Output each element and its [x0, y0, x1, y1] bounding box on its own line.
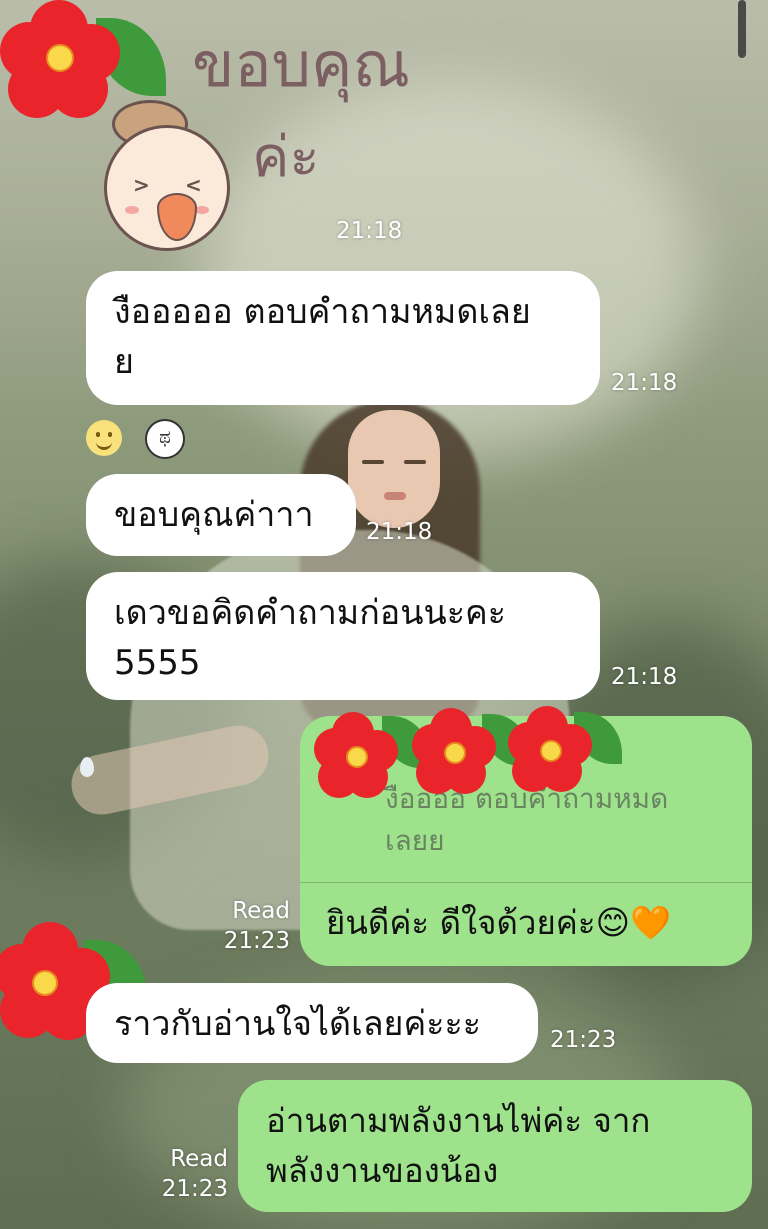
sticker-text: ค่ะ [252, 125, 320, 190]
read-status: Read [170, 1146, 228, 1172]
background-figure-eye [404, 460, 426, 464]
sticker-eye: < [185, 173, 202, 197]
flower-decoration-icon [312, 706, 632, 806]
message-text: ขอบคุณค่าาา [114, 495, 314, 535]
message-text: ยินดีค่ะ ดีใจด้วยค่ะ😊🧡 [326, 903, 672, 942]
flower-center [346, 746, 368, 768]
message-text: ราวกับอ่านใจได้เลยค่ะะะ [114, 1004, 481, 1044]
sticker-cheek [125, 206, 139, 214]
quoted-text-line: เลยย [385, 824, 445, 857]
message-time: 21:18 [366, 519, 433, 545]
incoming-message-bubble[interactable]: เดวขอคิดคำถามก่อนนะคะ 5555 [86, 572, 600, 700]
flower-center [46, 44, 74, 72]
read-receipt: Read 21:23 [160, 1144, 228, 1204]
message-time: 21:18 [611, 664, 678, 690]
message-text: 5555 [114, 643, 201, 683]
message-text: อ่านตามพลังงานไพ่ค่ะ จาก [266, 1101, 651, 1140]
read-status: Read [232, 898, 290, 924]
message-time: 21:18 [336, 218, 403, 244]
message-time: 21:18 [611, 370, 678, 396]
sticker-text: ขอบคุณ [192, 28, 410, 101]
crying-reaction-icon[interactable]: ಥ [145, 419, 185, 459]
flower-decoration-icon [0, 0, 170, 125]
smile-reaction-icon[interactable] [86, 420, 122, 456]
flower-center [444, 742, 466, 764]
background-figure-eye [362, 460, 384, 464]
message-text: งือออออ ตอบคำถามหมดเลย [114, 292, 531, 332]
water-droplet [80, 757, 94, 777]
read-receipt: Read 21:23 [220, 896, 290, 956]
scrollbar[interactable] [738, 0, 746, 58]
sticker-eye: > [133, 173, 150, 197]
message-time: 21:23 [161, 1176, 228, 1202]
message-text: เดวขอคิดคำถามก่อนนะคะ [114, 593, 506, 633]
message-text: พลังงานของน้อง [266, 1151, 499, 1190]
sticker-face: > < [104, 125, 230, 251]
sticker-mouth [157, 193, 197, 241]
incoming-message-bubble[interactable]: งือออออ ตอบคำถามหมดเลย ย [86, 271, 600, 405]
background-figure-face [348, 410, 440, 528]
incoming-message-bubble[interactable]: ขอบคุณค่าาา [86, 474, 356, 556]
background-figure-lips [384, 492, 406, 500]
message-text: ย [114, 342, 134, 382]
sticker-cheek [195, 206, 209, 214]
flower-center [540, 740, 562, 762]
flower-center [32, 970, 58, 996]
incoming-message-bubble[interactable]: ราวกับอ่านใจได้เลยค่ะะะ [86, 983, 538, 1063]
message-time: 21:23 [550, 1027, 617, 1053]
outgoing-message-bubble[interactable]: อ่านตามพลังงานไพ่ค่ะ จาก พลังงานของน้อง [238, 1080, 752, 1212]
message-time: 21:23 [223, 928, 290, 954]
